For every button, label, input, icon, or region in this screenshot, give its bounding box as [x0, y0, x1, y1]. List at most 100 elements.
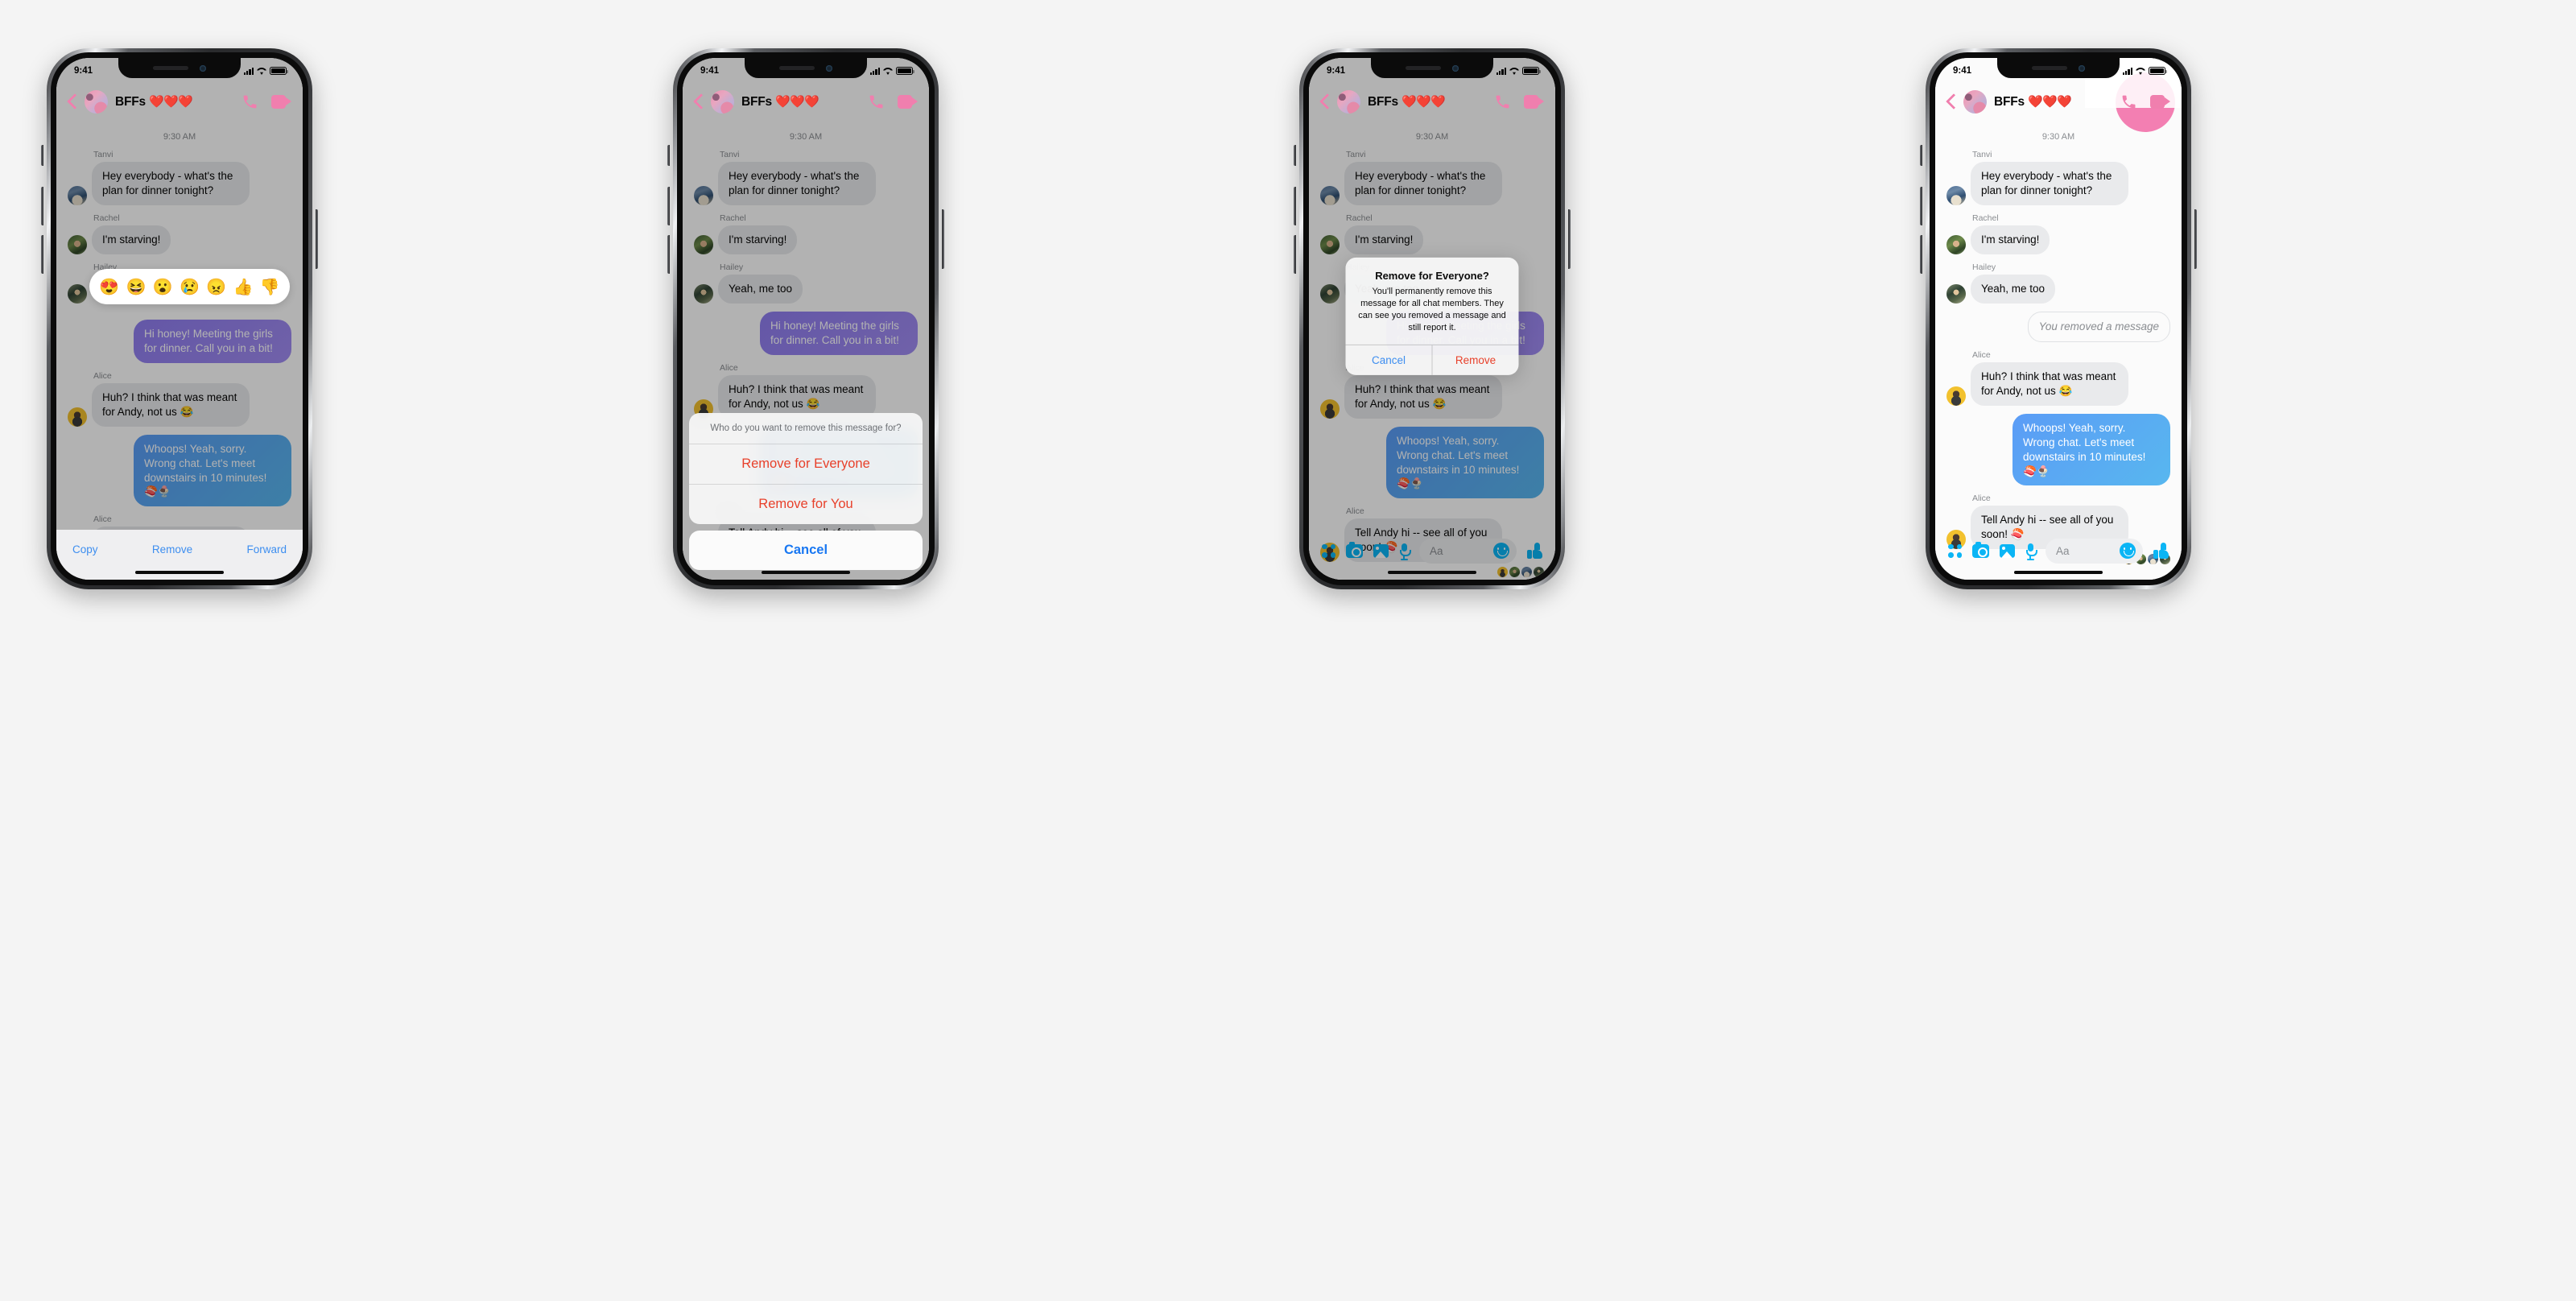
- video-camera-icon[interactable]: [271, 94, 291, 109]
- chat-title[interactable]: BFFs ❤️❤️❤️: [1994, 94, 2072, 109]
- power-button[interactable]: [2194, 209, 2197, 269]
- back-button[interactable]: [1320, 93, 1330, 109]
- remove-for-everyone-option[interactable]: Remove for Everyone: [689, 444, 923, 484]
- remove-button[interactable]: Remove: [151, 540, 194, 559]
- front-camera: [2079, 64, 2085, 72]
- power-button[interactable]: [942, 209, 944, 269]
- chat-title-text: BFFs: [1368, 94, 1398, 109]
- four-dot-grid-icon[interactable]: [1948, 543, 1962, 558]
- volume-up-button[interactable]: [41, 187, 43, 225]
- thumbs-up-icon[interactable]: [2153, 542, 2169, 559]
- dim-overlay[interactable]: [56, 58, 303, 580]
- chat-title-text: BFFs: [741, 94, 772, 109]
- alert-remove-button[interactable]: Remove: [1433, 345, 1519, 375]
- home-indicator[interactable]: [2014, 571, 2103, 574]
- reaction-picker[interactable]: 😍 😆 😮 😢 😠 👍 👎: [89, 269, 290, 304]
- message-row: Huh? I think that was meant for Andy, no…: [1935, 361, 2182, 406]
- sender-name: Rachel: [1972, 213, 1999, 223]
- phone-call-icon[interactable]: [868, 93, 885, 110]
- volume-down-button[interactable]: [1294, 235, 1296, 274]
- volume-up-button[interactable]: [1294, 187, 1296, 225]
- removed-message-notice: You removed a message: [2027, 311, 2170, 342]
- phone-4-screen: 9:41 BFFs ❤️❤️❤️ 9:30 AM Tanvi Hey every…: [1935, 58, 2182, 580]
- remove-confirmation-alert: Remove for Everyone? You'll permanently …: [1345, 257, 1519, 376]
- home-indicator[interactable]: [135, 571, 224, 574]
- group-avatar[interactable]: [1337, 89, 1360, 114]
- front-camera: [826, 64, 832, 72]
- phone-1-screen: 9:41 BFFs ❤️❤️❤️ 9:30 AM Tanvi Hey every…: [56, 58, 303, 580]
- microphone-icon[interactable]: [2025, 543, 2037, 560]
- message-bubble[interactable]: Yeah, me too: [1971, 274, 2056, 304]
- chat-title[interactable]: BFFs ❤️❤️❤️: [115, 94, 193, 109]
- group-avatar[interactable]: [1963, 89, 1987, 114]
- photo-icon[interactable]: [2000, 543, 2015, 558]
- mute-switch[interactable]: [41, 145, 43, 166]
- chat-header: BFFs ❤️❤️❤️: [1935, 81, 2182, 122]
- group-avatar[interactable]: [85, 89, 108, 114]
- battery-icon: [2149, 67, 2167, 75]
- message-bubble[interactable]: Hey everybody - what's the plan for dinn…: [1971, 162, 2128, 205]
- reaction-heart-eyes-icon[interactable]: 😍: [99, 277, 119, 297]
- message-input-placeholder: Aa: [2056, 544, 2070, 557]
- phone-3-screen: 9:41 BFFs ❤️❤️❤️ 9:30 AM Tanvi Hey every…: [1309, 58, 1555, 580]
- video-camera-icon[interactable]: [1524, 94, 1544, 109]
- mute-switch[interactable]: [1920, 145, 1922, 166]
- sender-name: Tanvi: [1972, 150, 1992, 159]
- reaction-sad-icon[interactable]: 😢: [180, 277, 200, 297]
- power-button[interactable]: [1568, 209, 1571, 269]
- forward-button[interactable]: Forward: [245, 540, 288, 559]
- alert-body: You'll permanently remove this message f…: [1358, 286, 1506, 332]
- chat-title[interactable]: BFFs ❤️❤️❤️: [1368, 94, 1446, 109]
- back-button[interactable]: [1946, 93, 1956, 109]
- reaction-laugh-icon[interactable]: 😆: [126, 277, 146, 297]
- earpiece-speaker: [1406, 66, 1441, 70]
- notch: [1371, 58, 1493, 78]
- group-avatar[interactable]: [711, 89, 734, 114]
- earpiece-speaker: [2032, 66, 2067, 70]
- message-bubble[interactable]: Whoops! Yeah, sorry. Wrong chat. Let's m…: [2013, 413, 2170, 486]
- wifi-icon: [2136, 68, 2145, 75]
- alert-cancel-button[interactable]: Cancel: [1346, 345, 1433, 376]
- copy-button[interactable]: Copy: [71, 540, 100, 559]
- video-camera-icon[interactable]: [898, 94, 918, 109]
- power-button[interactable]: [316, 209, 318, 269]
- message-bubble[interactable]: Huh? I think that was meant for Andy, no…: [1971, 361, 2128, 406]
- phone-2-screen: 9:41 BFFs ❤️❤️❤️ 9:30 AM Tanvi Hey every…: [683, 58, 929, 580]
- video-camera-icon[interactable]: [2150, 94, 2170, 109]
- phone-call-icon[interactable]: [1494, 93, 1511, 110]
- volume-up-button[interactable]: [667, 187, 670, 225]
- volume-up-button[interactable]: [1920, 187, 1922, 225]
- back-button[interactable]: [68, 93, 77, 109]
- sender-name: Alice: [1972, 349, 1991, 360]
- signal-bars-icon: [1496, 67, 1506, 75]
- smiley-icon[interactable]: [2120, 543, 2136, 559]
- message-row: I'm starving!: [1935, 225, 2182, 254]
- chat-title-hearts: ❤️❤️❤️: [1402, 94, 1446, 109]
- phone-call-icon[interactable]: [2120, 93, 2137, 110]
- reaction-thumbs-down-icon[interactable]: 👎: [260, 277, 280, 297]
- volume-down-button[interactable]: [667, 235, 670, 274]
- phone-call-icon[interactable]: [242, 93, 258, 110]
- reaction-wow-icon[interactable]: 😮: [153, 277, 173, 297]
- cancel-button[interactable]: Cancel: [689, 531, 923, 570]
- phone-1: 9:41 BFFs ❤️❤️❤️ 9:30 AM Tanvi Hey every…: [41, 48, 318, 589]
- reaction-thumbs-up-icon[interactable]: 👍: [233, 277, 254, 297]
- back-button[interactable]: [694, 93, 704, 109]
- camera-icon[interactable]: [1972, 541, 1989, 558]
- volume-down-button[interactable]: [41, 235, 43, 274]
- home-indicator[interactable]: [762, 571, 850, 574]
- front-camera: [200, 64, 206, 72]
- sender-name: Hailey: [1972, 262, 1996, 272]
- chat-title-hearts: ❤️❤️❤️: [149, 94, 193, 109]
- message-input[interactable]: Aa: [2046, 538, 2143, 564]
- action-sheet-title: Who do you want to remove this message f…: [689, 413, 923, 444]
- mute-switch[interactable]: [1294, 145, 1296, 166]
- chat-title[interactable]: BFFs ❤️❤️❤️: [741, 94, 819, 109]
- remove-for-you-option[interactable]: Remove for You: [689, 484, 923, 524]
- reaction-angry-icon[interactable]: 😠: [206, 277, 226, 297]
- chat-title-text: BFFs: [115, 94, 146, 109]
- volume-down-button[interactable]: [1920, 235, 1922, 274]
- message-bubble[interactable]: I'm starving!: [1971, 225, 2050, 254]
- mute-switch[interactable]: [667, 145, 670, 166]
- home-indicator[interactable]: [1388, 571, 1476, 574]
